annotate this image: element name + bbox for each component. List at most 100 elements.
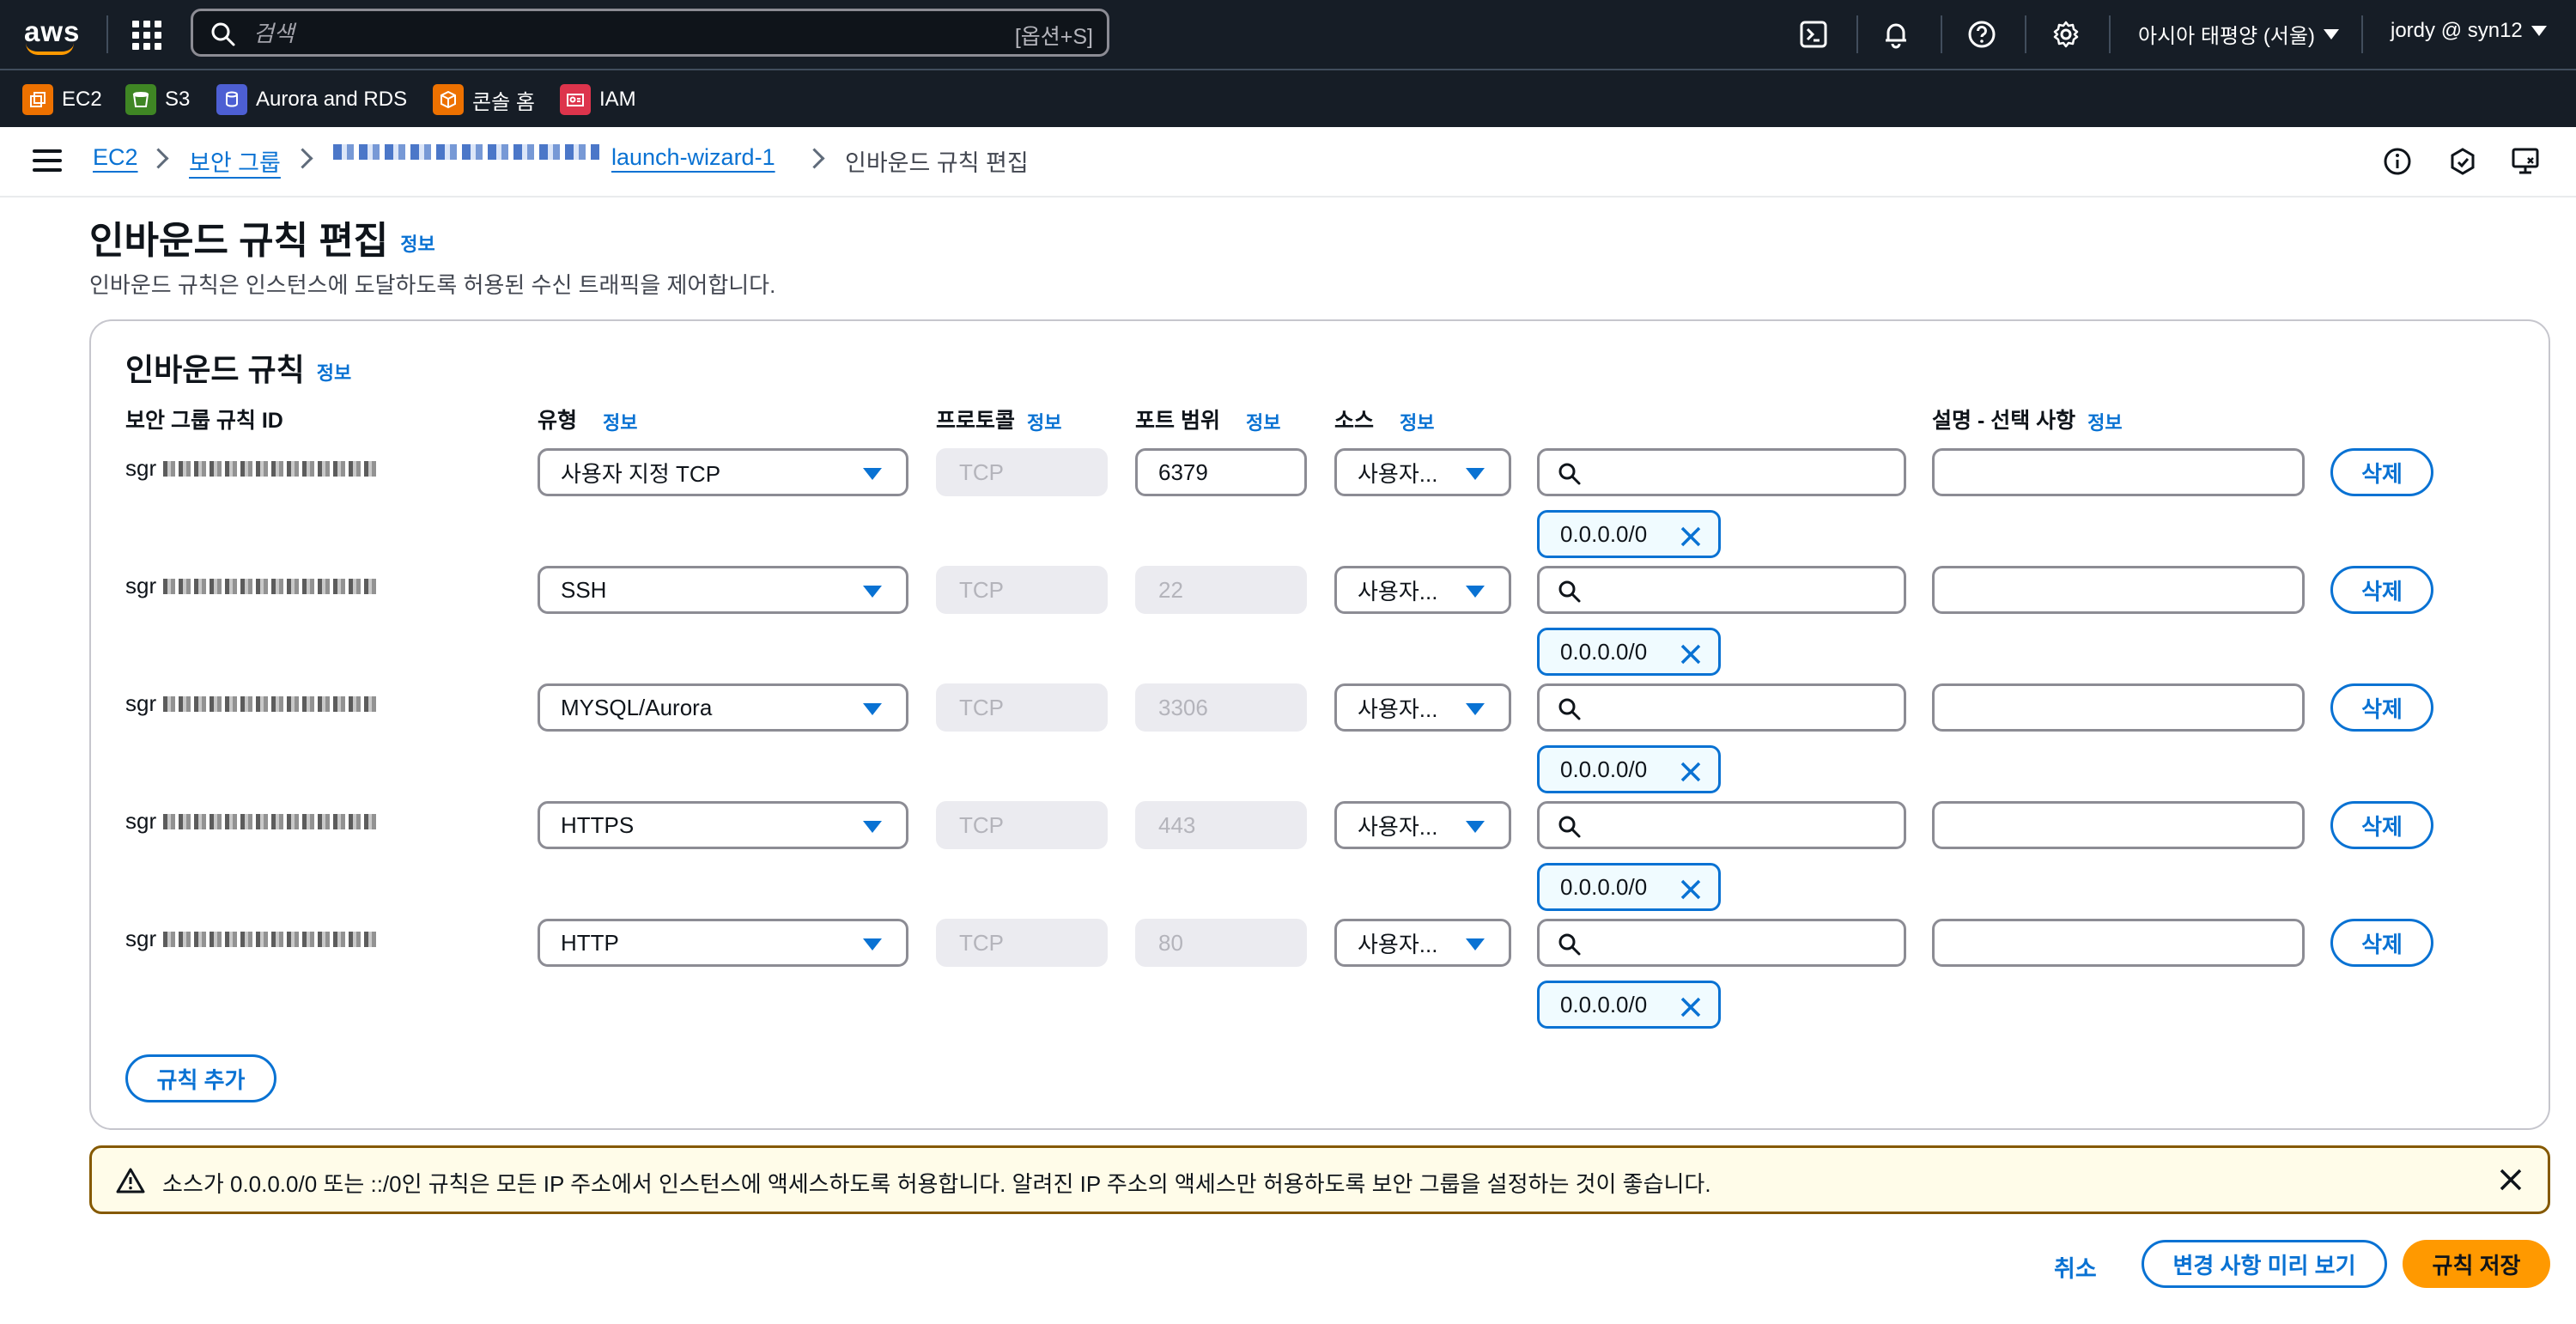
warning-text: 소스가 0.0.0.0/0 또는 ::/0인 규칙은 모든 IP 주소에서 인스… xyxy=(162,1171,1711,1197)
add-rule-button[interactable]: 규칙 추가 xyxy=(125,1054,276,1102)
redacted-rule-id xyxy=(163,578,379,594)
source-type-select[interactable]: 사용자... xyxy=(1334,448,1511,496)
port-range-input: 22 xyxy=(1135,566,1307,614)
services-grid-icon[interactable] xyxy=(132,21,161,50)
protocol-field: TCP xyxy=(936,919,1108,967)
bell-icon[interactable] xyxy=(1877,15,1915,53)
search-icon xyxy=(1558,933,1581,956)
panel-title: 인바운드 규칙 정보 xyxy=(125,352,352,387)
source-type-select[interactable]: 사용자... xyxy=(1334,919,1511,967)
info-icon[interactable] xyxy=(2380,144,2415,179)
breadcrumb-ec2[interactable]: EC2 xyxy=(93,144,138,171)
source-cidr-search[interactable] xyxy=(1537,683,1906,732)
redacted-rule-id xyxy=(163,460,379,477)
source-type-select[interactable]: 사용자... xyxy=(1334,683,1511,732)
page-title: 인바운드 규칙 편집 정보 xyxy=(89,220,435,262)
source-type-select[interactable]: 사용자... xyxy=(1334,801,1511,849)
cidr-token: 0.0.0.0/0 xyxy=(1537,981,1721,1029)
description-input[interactable] xyxy=(1932,801,2305,849)
favorite-iam[interactable]: IAM xyxy=(560,84,636,115)
redacted-sg-id xyxy=(333,144,599,160)
feedback-icon[interactable] xyxy=(2509,144,2543,179)
rule-type-select[interactable]: 사용자 지정 TCP xyxy=(538,448,908,496)
console-home-icon xyxy=(433,84,464,115)
caret-down-icon xyxy=(863,468,882,480)
gear-icon[interactable] xyxy=(2047,15,2085,53)
column-header-type: 유형 정보 xyxy=(538,409,638,434)
description-input[interactable] xyxy=(1932,448,2305,496)
description-input[interactable] xyxy=(1932,683,2305,732)
redacted-rule-id xyxy=(163,931,379,947)
remove-token-icon[interactable] xyxy=(1679,995,1703,1019)
delete-rule-button[interactable]: 삭제 xyxy=(2330,566,2433,614)
preview-changes-button[interactable]: 변경 사항 미리 보기 xyxy=(2142,1240,2387,1288)
caret-down-icon xyxy=(863,703,882,715)
source-type-select[interactable]: 사용자... xyxy=(1334,566,1511,614)
global-search[interactable]: [옵션+S] xyxy=(191,9,1109,57)
breadcrumb-security-groups[interactable]: 보안 그룹 xyxy=(189,144,281,178)
rule-type-select[interactable]: HTTPS xyxy=(538,801,908,849)
column-header-port: 포트 범위 정보 xyxy=(1135,409,1281,434)
menu-icon[interactable] xyxy=(33,149,62,178)
save-rules-button[interactable]: 규칙 저장 xyxy=(2403,1240,2550,1288)
help-icon[interactable] xyxy=(1963,15,2001,53)
delete-rule-button[interactable]: 삭제 xyxy=(2330,448,2433,496)
source-cidr-search[interactable] xyxy=(1537,801,1906,849)
rule-id: sgr xyxy=(125,573,379,599)
column-header-protocol: 프로토콜 정보 xyxy=(936,409,1062,434)
s3-service-icon xyxy=(125,84,156,115)
info-link[interactable]: 정보 xyxy=(400,234,434,255)
search-icon xyxy=(1558,816,1581,838)
search-input[interactable] xyxy=(252,16,942,51)
rule-id: sgr xyxy=(125,808,379,835)
description-input[interactable] xyxy=(1932,919,2305,967)
remove-token-icon[interactable] xyxy=(1679,525,1703,549)
favorite-ec2[interactable]: EC2 xyxy=(22,84,102,115)
rule-type-select[interactable]: HTTP xyxy=(538,919,908,967)
favorite-console-home[interactable]: 콘솔 홈 xyxy=(433,84,535,115)
protocol-field: TCP xyxy=(936,801,1108,849)
source-cidr-search[interactable] xyxy=(1537,919,1906,967)
caret-down-icon xyxy=(863,938,882,950)
info-link[interactable]: 정보 xyxy=(317,362,351,384)
favorite-aurora-rds[interactable]: Aurora and RDS xyxy=(216,84,407,115)
aws-logo[interactable]: aws xyxy=(22,14,79,55)
protocol-field: TCP xyxy=(936,566,1108,614)
description-input[interactable] xyxy=(1932,566,2305,614)
delete-rule-button[interactable]: 삭제 xyxy=(2330,683,2433,732)
account-label: jordy @ syn12 xyxy=(2391,19,2523,42)
breadcrumb-sg-name[interactable]: launch-wizard-1 xyxy=(611,144,775,171)
port-range-input[interactable]: 6379 xyxy=(1135,448,1307,496)
cloudshell-icon[interactable] xyxy=(1795,15,1832,53)
rule-type-select[interactable]: MYSQL/Aurora xyxy=(538,683,908,732)
region-selector[interactable]: 아시아 태평양 (서울) xyxy=(2138,19,2339,49)
remove-token-icon[interactable] xyxy=(1679,642,1703,666)
cancel-button[interactable]: 취소 xyxy=(2054,1250,2097,1284)
search-icon xyxy=(1558,463,1581,485)
cidr-token: 0.0.0.0/0 xyxy=(1537,510,1721,558)
chevron-right-icon xyxy=(804,148,825,169)
port-range-input: 80 xyxy=(1135,919,1307,967)
port-range-input: 443 xyxy=(1135,801,1307,849)
remove-token-icon[interactable] xyxy=(1679,878,1703,902)
security-insights-icon[interactable] xyxy=(2445,144,2480,179)
delete-rule-button[interactable]: 삭제 xyxy=(2330,801,2433,849)
rule-id: sgr xyxy=(125,926,379,952)
remove-token-icon[interactable] xyxy=(1679,760,1703,784)
rule-type-select[interactable]: SSH xyxy=(538,566,908,614)
account-menu[interactable]: jordy @ syn12 xyxy=(2391,19,2547,43)
column-header-source: 소스 정보 xyxy=(1334,409,1435,434)
search-icon xyxy=(1558,698,1581,720)
divider xyxy=(106,15,108,53)
top-navigation: aws [옵션+S] 아시아 태평양 (서울) jordy @ syn12 xyxy=(0,0,2576,69)
caret-down-icon xyxy=(1466,586,1485,598)
delete-rule-button[interactable]: 삭제 xyxy=(2330,919,2433,967)
caret-down-icon xyxy=(1466,938,1485,950)
close-icon[interactable] xyxy=(2496,1165,2525,1194)
warning-icon xyxy=(116,1168,145,1193)
breadcrumb-current: 인바운드 규칙 편집 xyxy=(845,150,1029,176)
favorite-s3[interactable]: S3 xyxy=(125,84,190,115)
source-cidr-search[interactable] xyxy=(1537,566,1906,614)
favorites-bar: EC2 S3 Aurora and RDS 콘솔 홈 IAM xyxy=(0,69,2576,127)
source-cidr-search[interactable] xyxy=(1537,448,1906,496)
